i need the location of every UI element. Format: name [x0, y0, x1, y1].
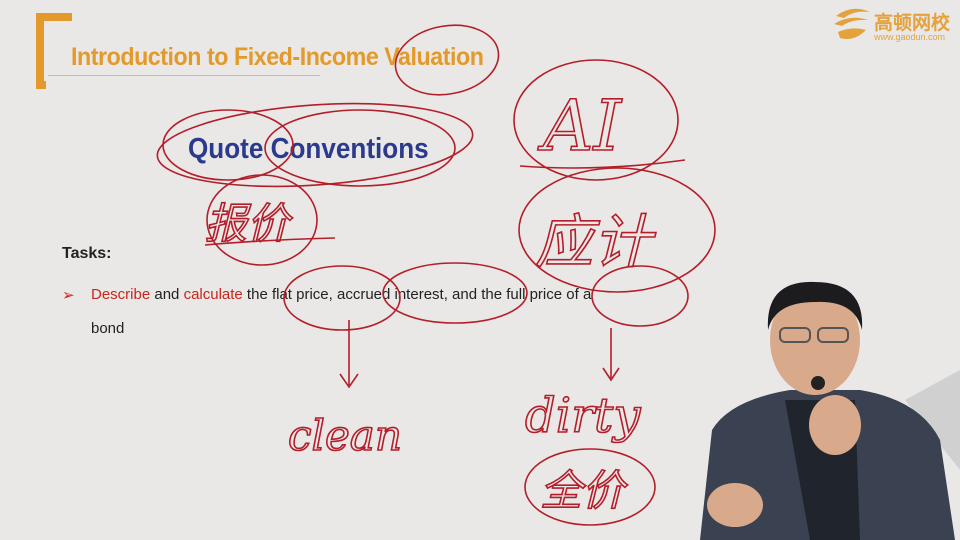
annotation-quanjia: 全价	[540, 466, 628, 515]
annotation-dirty: dirty	[525, 388, 641, 444]
ink-annotations: AI 报价 应计 clean dirty 全价	[156, 24, 716, 526]
annotation-ai: AI	[537, 85, 623, 167]
annotation-yingji: 应计	[535, 208, 656, 276]
arrow-to-dirty	[602, 328, 620, 382]
annotation-baojia: 报价	[205, 199, 293, 248]
circle-valuation	[394, 24, 500, 96]
circle-quote-conventions	[156, 102, 474, 188]
annotation-clean: clean	[288, 411, 402, 460]
circle-accrued-interest	[382, 262, 528, 324]
circle-quote	[162, 109, 294, 181]
circle-flat-price	[283, 265, 401, 331]
